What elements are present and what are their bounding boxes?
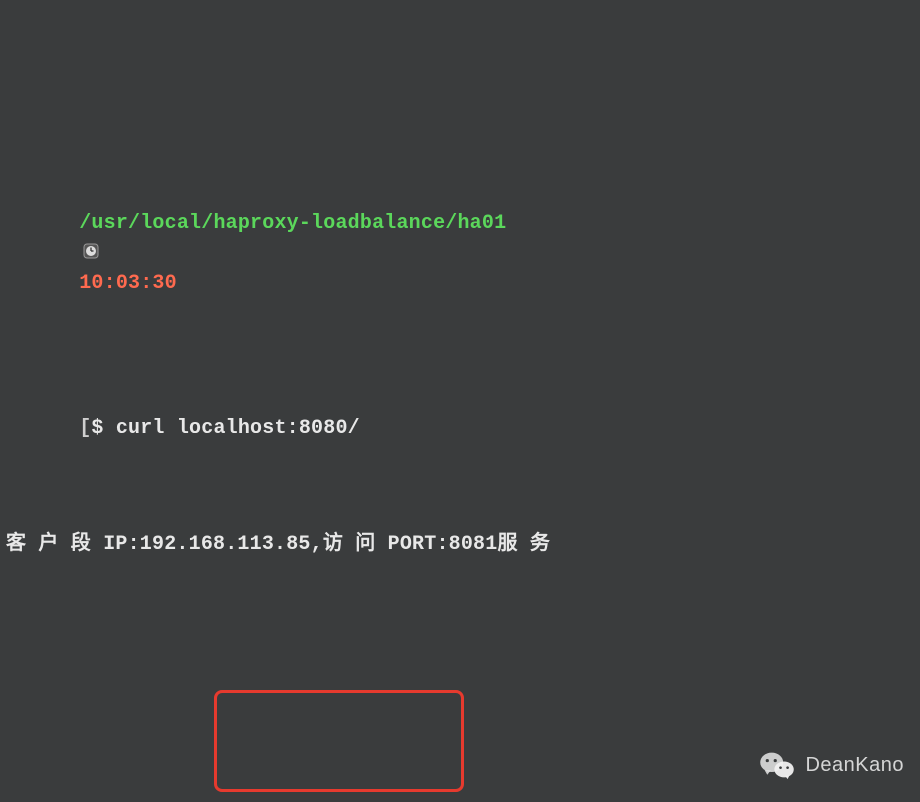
cwd-path: /usr/local/haproxy-loadbalance/ha01 xyxy=(79,212,506,235)
clock-icon xyxy=(83,240,99,269)
timestamp: 10:03:30 xyxy=(79,272,177,295)
cmd-block: /usr/local/haproxy-loadbalance/ha01 10:0… xyxy=(6,122,914,617)
prompt-bracket: [ xyxy=(79,417,91,440)
terminal-output: /usr/local/haproxy-loadbalance/ha01 10:0… xyxy=(0,0,920,802)
output-line: 客 户 段 IP:192.168.113.85,访 问 PORT:8081服 务 xyxy=(6,530,914,559)
watermark-text: DeanKano xyxy=(805,754,904,777)
prompt-dollar: $ xyxy=(91,417,115,440)
wechat-icon xyxy=(759,750,795,780)
watermark: DeanKano xyxy=(759,750,904,780)
command-text[interactable]: curl localhost:8080/ xyxy=(116,417,360,440)
